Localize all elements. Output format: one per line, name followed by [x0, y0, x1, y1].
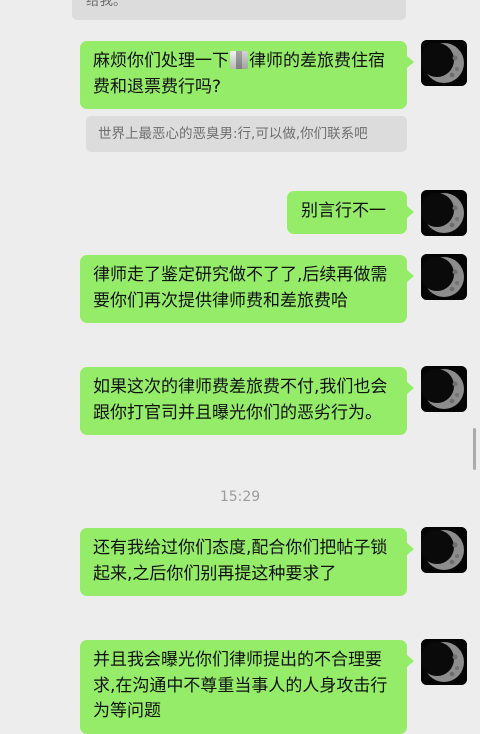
timestamp: 15:29	[219, 489, 261, 505]
message-bubble-4[interactable]: 如果这次的律师费差旅费不付,我们也会跟你打官司并且曝光你们的恶劣行为。	[80, 367, 414, 435]
moon-avatar-icon	[421, 639, 467, 685]
moon-avatar-icon	[421, 190, 467, 236]
message-bubble-5[interactable]: 还有我给过你们态度,配合你们把帖子锁起来,之后你们别再提这种要求了	[80, 528, 414, 596]
message-bubble-3[interactable]: 律师走了鉴定研究做不了了,后续再做需要你们再次提供律师费和差旅费哈	[80, 255, 414, 323]
avatar[interactable]	[421, 639, 467, 685]
avatar[interactable]	[421, 40, 467, 86]
moon-avatar-icon	[421, 527, 467, 573]
quoted-message[interactable]: 世界上最恶心的恶臭男:行,可以做,你们联系吧	[86, 116, 407, 152]
avatar[interactable]	[421, 254, 467, 300]
chat-view: 给我。 麻烦你们处理一下 律师的差旅费住宿费和退票费行吗? 世界上最恶心的恶臭男:…	[0, 0, 480, 734]
quote-partial-text: 给我。	[86, 0, 127, 9]
avatar[interactable]	[421, 527, 467, 573]
moon-avatar-icon	[421, 254, 467, 300]
message-text-5: 还有我给过你们态度,配合你们把帖子锁起来,之后你们别再提这种要求了	[93, 538, 388, 584]
message-text-4: 如果这次的律师费差旅费不付,我们也会跟你打官司并且曝光你们的恶劣行为。	[93, 377, 388, 423]
message-text-2: 别言行不一	[301, 201, 386, 221]
moon-avatar-icon	[421, 40, 467, 86]
quoted-message-text: 世界上最恶心的恶臭男:行,可以做,你们联系吧	[98, 126, 368, 142]
quote-partial-top[interactable]: 给我。	[72, 0, 406, 20]
message-text-3: 律师走了鉴定研究做不了了,后续再做需要你们再次提供律师费和差旅费哈	[93, 265, 388, 311]
moon-avatar-icon	[421, 366, 467, 412]
message-text-6: 并且我会曝光你们律师提出的不合理要求,在沟通中不尊重当事人的人身攻击行为等问题	[93, 650, 388, 721]
message-bubble-6[interactable]: 并且我会曝光你们律师提出的不合理要求,在沟通中不尊重当事人的人身攻击行为等问题	[80, 640, 414, 734]
message-text-1a: 麻烦你们处理一下	[93, 51, 229, 71]
mosaic-redaction-icon	[230, 51, 248, 69]
avatar[interactable]	[421, 366, 467, 412]
scrollbar[interactable]	[473, 428, 476, 470]
message-bubble-1[interactable]: 麻烦你们处理一下 律师的差旅费住宿费和退票费行吗?	[80, 41, 414, 109]
message-bubble-2[interactable]: 别言行不一	[287, 191, 414, 234]
avatar[interactable]	[421, 190, 467, 236]
